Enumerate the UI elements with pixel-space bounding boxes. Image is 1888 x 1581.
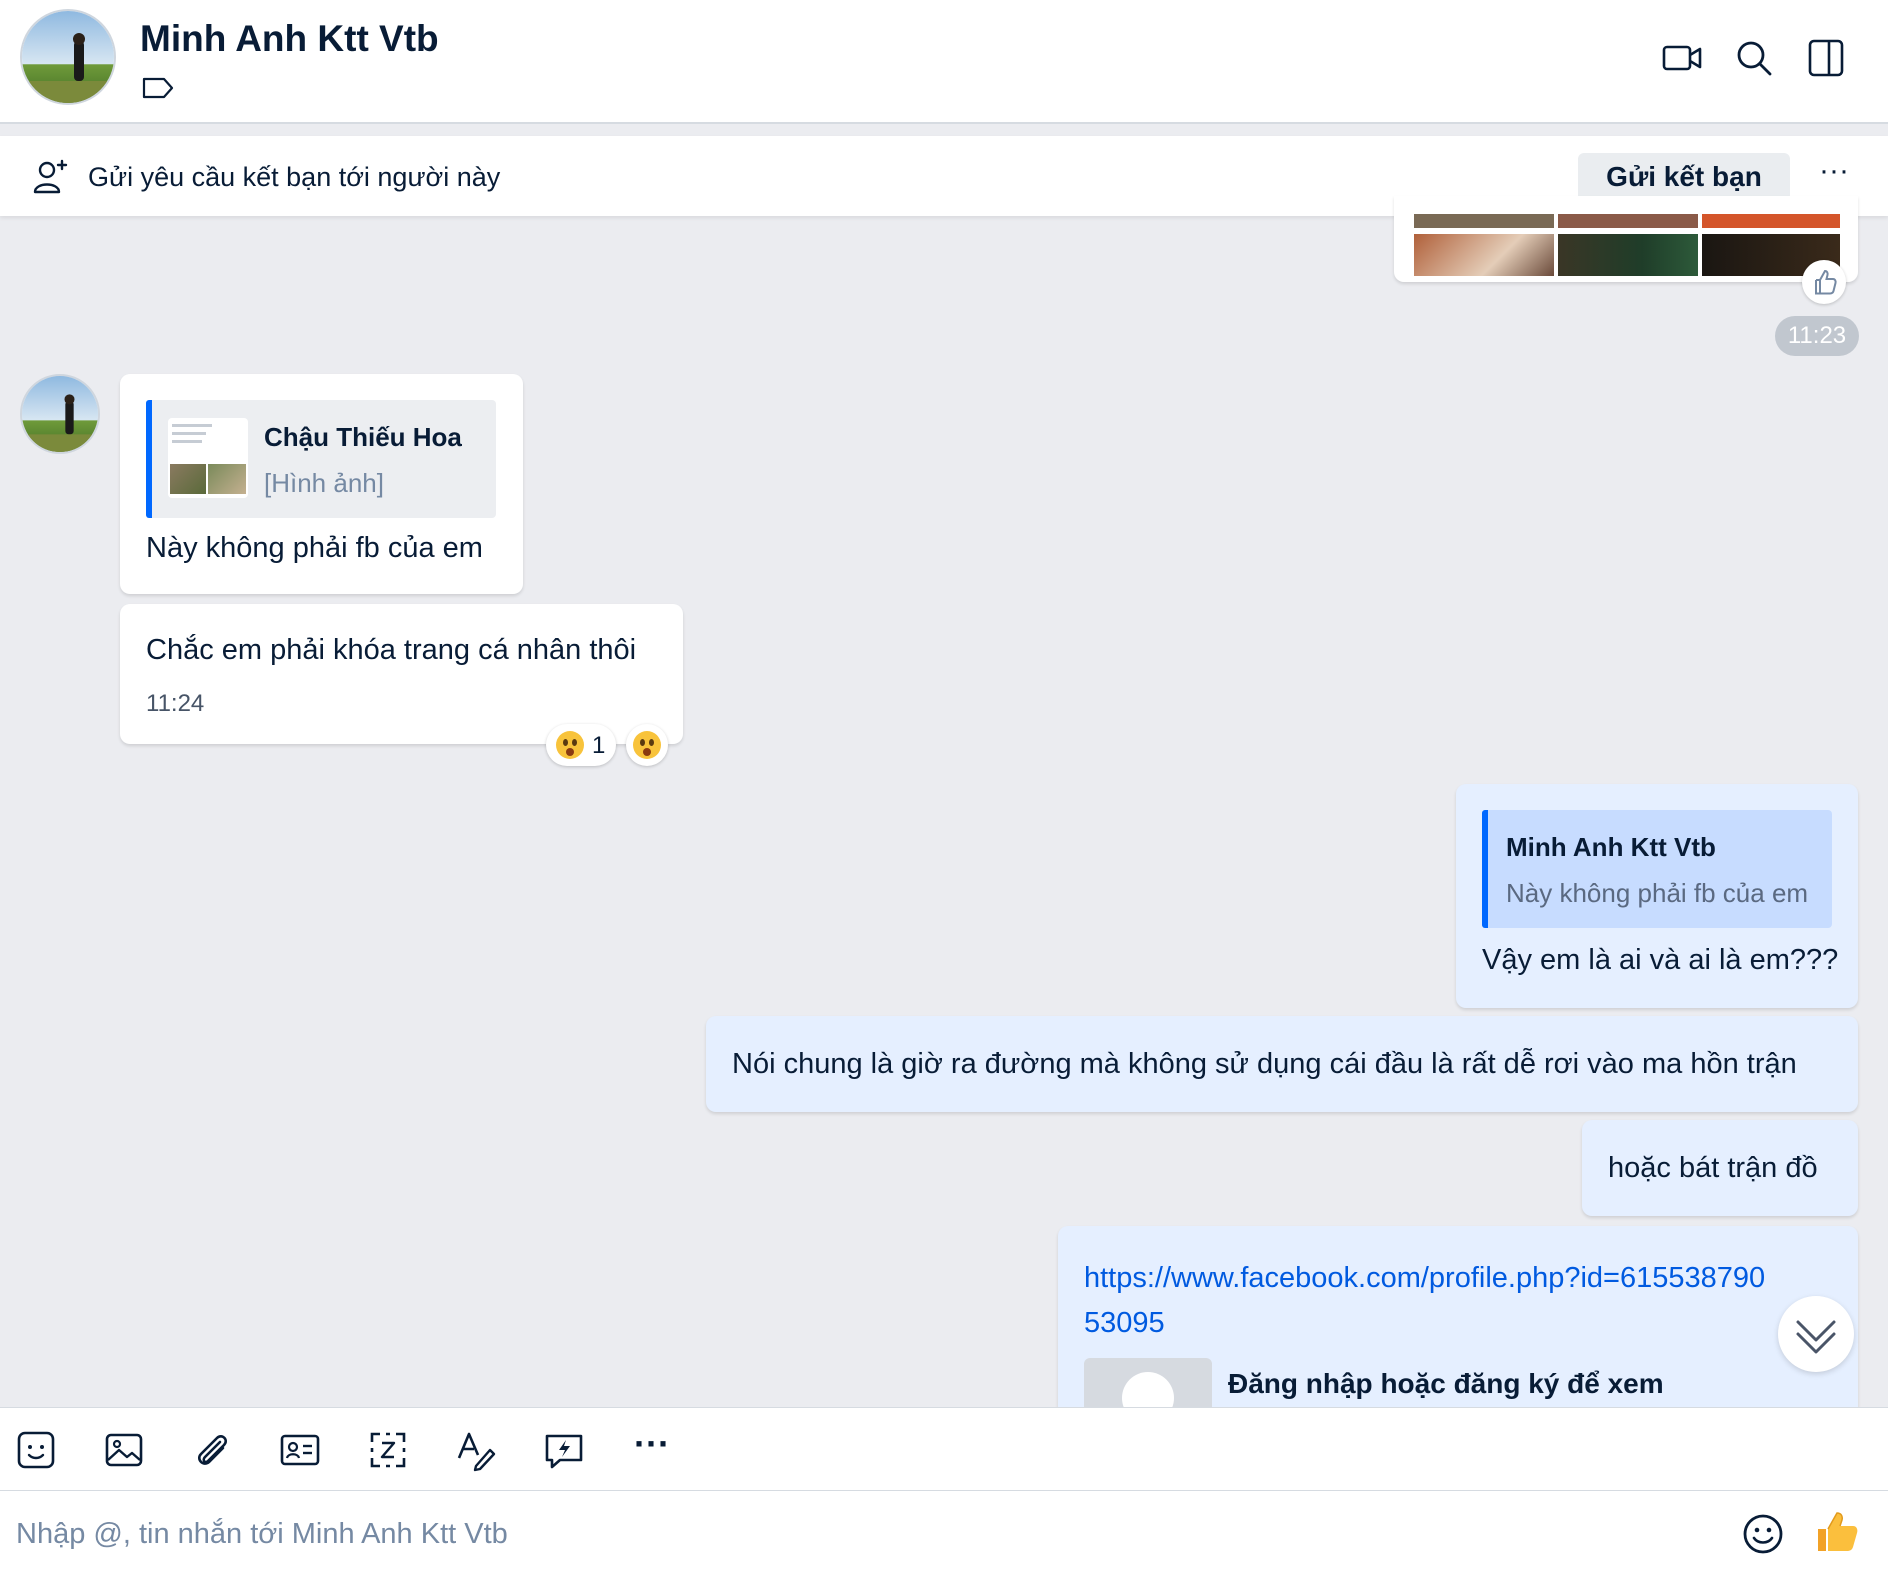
composer-input-area (0, 1491, 1888, 1581)
surprised-emoji-icon (556, 731, 584, 759)
quote-accent-bar (1482, 810, 1488, 928)
quote-preview: Này không phải fb của em (1506, 878, 1809, 908)
incoming-message[interactable]: Chậu Thiếu Hoa [Hình ảnh] Này không phải… (120, 374, 523, 594)
text-format-icon[interactable] (454, 1428, 498, 1472)
quote-author: Chậu Thiếu Hoa (264, 422, 462, 452)
quote-preview: [Hình ảnh] (264, 468, 384, 498)
friend-bar-more-button[interactable]: ··· (1814, 156, 1854, 196)
quoted-message[interactable]: Minh Anh Ktt Vtb Này không phải fb của e… (1482, 810, 1832, 928)
tag-icon[interactable] (142, 76, 174, 100)
photo-thumb[interactable] (1414, 214, 1554, 228)
reaction-count: 1 (592, 732, 606, 759)
outgoing-link-message[interactable]: https://www.facebook.com/profile.php?id=… (1058, 1226, 1858, 1426)
contact-avatar[interactable] (20, 9, 116, 105)
toolbar-more-button[interactable]: ··· (630, 1426, 674, 1472)
add-reaction-button[interactable] (626, 724, 668, 766)
link-line: https://www.facebook.com/profile.php?id=… (1084, 1262, 1766, 1294)
message-text: Chắc em phải khóa trang cá nhân thôi (146, 634, 637, 666)
message-input[interactable] (16, 1509, 1716, 1559)
contact-card-icon[interactable] (278, 1428, 322, 1472)
link-line: 53095 (1084, 1307, 1165, 1339)
timestamp-badge: 11:23 (1775, 316, 1859, 356)
message-text: Này không phải fb của em (146, 532, 483, 564)
quoted-message[interactable]: Chậu Thiếu Hoa [Hình ảnh] (146, 400, 496, 518)
send-friend-request-button[interactable]: Gửi kết bạn (1578, 153, 1790, 201)
conversation-title: Minh Anh Ktt Vtb (140, 18, 439, 59)
message-time: 11:24 (146, 690, 205, 717)
composer-toolbar: ··· (0, 1407, 1888, 1491)
photo-thumb[interactable] (1414, 234, 1554, 276)
photo-grid-message[interactable] (1394, 196, 1858, 282)
video-call-icon[interactable] (1660, 36, 1704, 80)
add-friend-icon (33, 159, 68, 194)
outgoing-message[interactable]: hoặc bát trận đồ (1582, 1120, 1858, 1216)
quote-accent-bar (146, 400, 152, 518)
attachment-icon[interactable] (190, 1428, 234, 1472)
surprised-emoji-icon (633, 731, 661, 759)
like-reaction-button[interactable] (1802, 260, 1846, 304)
search-icon[interactable] (1732, 36, 1776, 80)
quick-message-icon[interactable] (542, 1428, 586, 1472)
image-icon[interactable] (102, 1428, 146, 1472)
emoji-icon[interactable] (1740, 1511, 1786, 1557)
outgoing-message[interactable]: Nói chung là giờ ra đường mà không sử dụ… (706, 1016, 1858, 1112)
link-preview-title: Đăng nhập hoặc đăng ký để xem (1228, 1368, 1664, 1399)
reaction-summary[interactable]: 1 (546, 724, 616, 766)
photo-thumb[interactable] (1558, 234, 1698, 276)
sticker-icon[interactable] (14, 1428, 58, 1472)
message-link[interactable]: https://www.facebook.com/profile.php?id=… (1084, 1256, 1765, 1346)
incoming-message[interactable]: Chắc em phải khóa trang cá nhân thôi 11:… (120, 604, 683, 744)
screenshot-capture-icon[interactable] (366, 1428, 410, 1472)
message-text: hoặc bát trận đồ (1608, 1152, 1818, 1184)
sender-avatar[interactable] (20, 374, 100, 454)
side-panel-icon[interactable] (1804, 36, 1848, 80)
photo-thumb[interactable] (1558, 214, 1698, 228)
friend-request-text: Gửi yêu cầu kết bạn tới người này (88, 162, 501, 192)
message-text: Vậy em là ai và ai là em??? (1482, 944, 1839, 976)
photo-thumb[interactable] (1702, 214, 1840, 228)
thumbs-up-outline-icon (1815, 269, 1837, 295)
message-text: Nói chung là giờ ra đường mà không sử dụ… (732, 1048, 1797, 1080)
quick-like-icon[interactable] (1812, 1507, 1862, 1557)
outgoing-message[interactable]: Minh Anh Ktt Vtb Này không phải fb của e… (1456, 784, 1858, 1008)
quoted-image-thumb (168, 418, 248, 498)
chat-header: Minh Anh Ktt Vtb (0, 0, 1888, 124)
scroll-to-bottom-button[interactable] (1778, 1296, 1854, 1372)
double-chevron-down-icon (1796, 1320, 1836, 1354)
quote-author: Minh Anh Ktt Vtb (1506, 832, 1716, 862)
